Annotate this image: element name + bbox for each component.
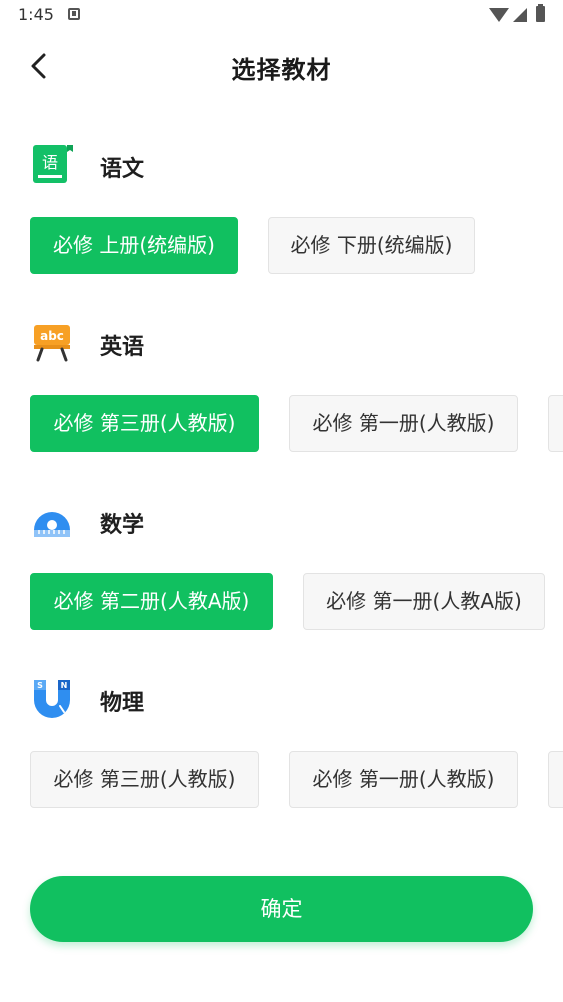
option-physics-more[interactable] — [548, 751, 563, 808]
confirm-button[interactable]: 确定 — [30, 876, 533, 942]
options-row-physics: 必修 第三册(人教版) 必修 第一册(人教版) — [30, 751, 563, 809]
option-chinese-upper[interactable]: 必修 上册(统编版) — [30, 217, 238, 274]
option-chinese-lower[interactable]: 必修 下册(统编版) — [268, 217, 475, 274]
title-bar: 选择教材 — [0, 38, 563, 92]
battery-icon — [536, 4, 545, 22]
options-row-math: 必修 第二册(人教A版) 必修 第一册(人教A版) — [30, 573, 563, 631]
option-math-book1[interactable]: 必修 第一册(人教A版) — [303, 573, 545, 630]
status-bar: 1:45 — [0, 0, 563, 32]
status-time: 1:45 — [18, 5, 54, 24]
subject-header-physics: S N 物理 — [30, 676, 530, 720]
wifi-icon — [489, 8, 509, 22]
option-physics-book1[interactable]: 必修 第一册(人教版) — [289, 751, 518, 808]
signal-icon — [513, 8, 527, 22]
svg-text:S: S — [37, 681, 43, 690]
svg-text:语: 语 — [42, 153, 58, 172]
status-icons — [487, 4, 547, 24]
chinese-book-icon: 语 — [33, 145, 73, 183]
svg-text:N: N — [61, 681, 68, 690]
screen: 1:45 选择教材 语 语文 必修 上册(统编版) 必修 下册(统编版) abc… — [0, 0, 563, 1002]
english-abc-board-icon: abc — [34, 325, 70, 362]
option-physics-book3[interactable]: 必修 第三册(人教版) — [30, 751, 259, 808]
options-row-chinese: 必修 上册(统编版) 必修 下册(统编版) — [30, 217, 563, 275]
subject-name-physics: 物理 — [100, 691, 145, 716]
option-english-book3[interactable]: 必修 第三册(人教版) — [30, 395, 259, 452]
subject-header-english: abc 英语 — [30, 320, 530, 364]
subject-header-chinese: 语 语文 — [30, 142, 530, 186]
physics-magnet-icon: S N — [34, 680, 70, 718]
option-english-book1[interactable]: 必修 第一册(人教版) — [289, 395, 518, 452]
svg-text:abc: abc — [40, 329, 64, 343]
options-row-english: 必修 第三册(人教版) 必修 第一册(人教版) — [30, 395, 563, 453]
math-protractor-icon — [34, 512, 70, 537]
option-math-book2[interactable]: 必修 第二册(人教A版) — [30, 573, 273, 630]
subject-name-math: 数学 — [100, 513, 145, 538]
option-english-more[interactable] — [548, 395, 563, 452]
page-title: 选择教材 — [231, 56, 332, 84]
subject-name-english: 英语 — [100, 335, 145, 360]
notification-icon — [68, 8, 80, 20]
subject-header-math: 数学 — [30, 498, 530, 542]
subject-name-chinese: 语文 — [100, 157, 145, 182]
